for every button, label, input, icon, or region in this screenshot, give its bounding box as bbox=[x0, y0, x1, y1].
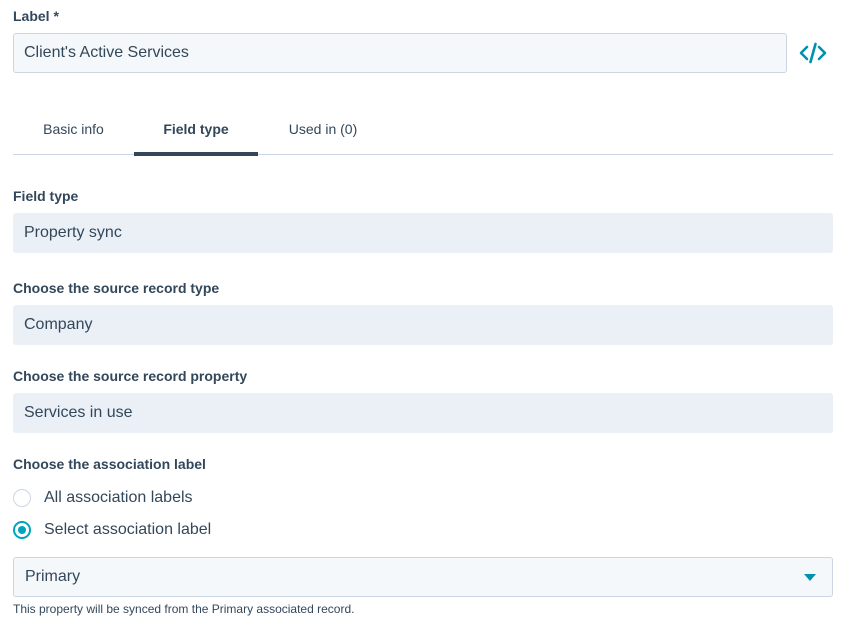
select-value: Primary bbox=[25, 568, 81, 585]
radio-select-association-label[interactable]: Select association label bbox=[13, 518, 211, 542]
tab-basic-info[interactable]: Basic info bbox=[13, 106, 134, 154]
tab-used-in[interactable]: Used in (0) bbox=[269, 106, 377, 154]
chevron-down-icon bbox=[804, 574, 816, 581]
field-type-label: Field type bbox=[13, 188, 79, 204]
radio-label: Select association label bbox=[44, 521, 212, 538]
source-record-type-value: Company bbox=[13, 305, 833, 345]
source-record-property-value: Services in use bbox=[13, 393, 833, 433]
source-record-property-label: Choose the source record property bbox=[13, 368, 248, 384]
association-help-text: This property will be synced from the Pr… bbox=[13, 602, 355, 616]
radio-all-association-labels[interactable]: All association labels bbox=[13, 486, 193, 510]
radio-button[interactable] bbox=[13, 489, 31, 507]
label-field-title: Label * bbox=[13, 8, 59, 24]
association-label-select[interactable]: Primary bbox=[13, 557, 833, 597]
tab-field-type[interactable]: Field type bbox=[134, 106, 258, 156]
tab-bar: Basic info Field type Used in (0) bbox=[13, 106, 833, 156]
radio-label: All association labels bbox=[44, 489, 193, 506]
code-icon[interactable] bbox=[798, 40, 828, 66]
label-input[interactable]: Client's Active Services bbox=[13, 33, 787, 73]
association-label-heading: Choose the association label bbox=[13, 456, 206, 472]
source-record-type-label: Choose the source record type bbox=[13, 280, 220, 296]
field-type-value: Property sync bbox=[13, 213, 833, 253]
radio-button[interactable] bbox=[13, 521, 31, 539]
